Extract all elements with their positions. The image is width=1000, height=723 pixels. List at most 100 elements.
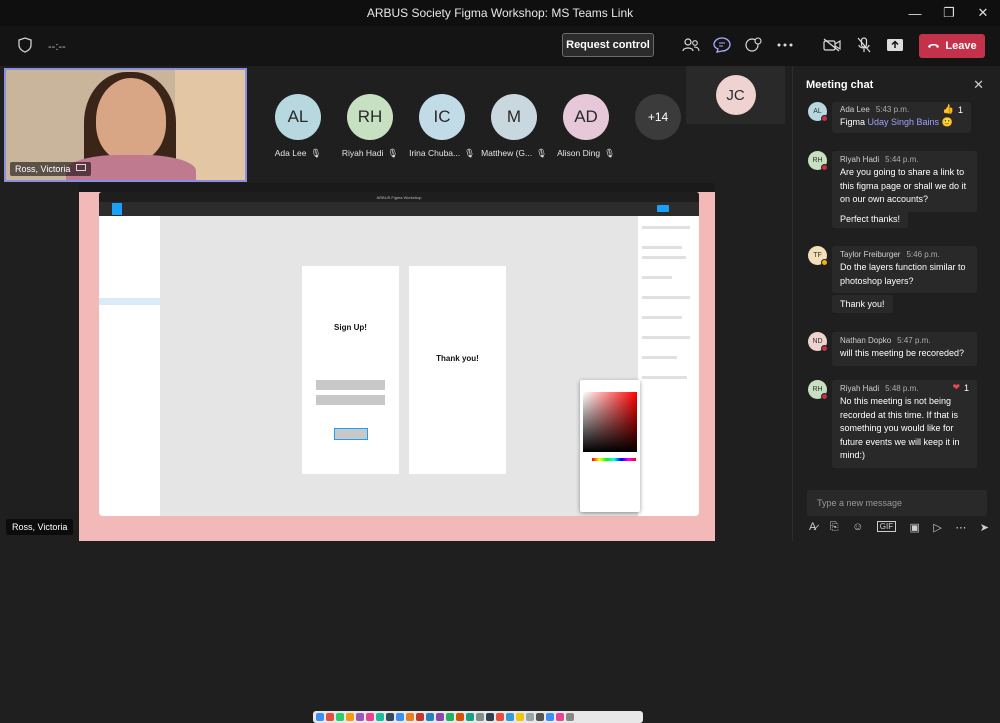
- mic-off-icon: 🎙︎: [536, 148, 547, 158]
- window-controls: — ❐ ✕: [898, 0, 1000, 26]
- avatar: IC: [419, 94, 465, 140]
- mention[interactable]: Uday Singh Bains: [868, 117, 940, 127]
- chat-icon[interactable]: [712, 35, 732, 55]
- reactions-icon[interactable]: [744, 35, 764, 55]
- minimize-button[interactable]: —: [898, 0, 932, 26]
- message-body: Are you going to share a link to this fi…: [840, 167, 967, 204]
- figma-share-button: [657, 205, 669, 212]
- participants-icon[interactable]: [681, 35, 701, 55]
- message-author: Riyah Hadi: [840, 155, 880, 164]
- participant-name: Alison Ding: [557, 148, 601, 158]
- share-screen-icon[interactable]: [885, 35, 905, 55]
- participant-matthew[interactable]: M Matthew (G... 🎙︎: [478, 94, 550, 159]
- message-body: Do the layers function similar to photos…: [840, 262, 966, 286]
- participant-alison-ding[interactable]: AD Alison Ding 🎙︎: [550, 94, 622, 159]
- participant-name: Ada Lee: [274, 148, 307, 158]
- meeting-toolbar: --:-- Request control Leave: [0, 26, 1000, 66]
- sticker-icon[interactable]: ▣: [910, 521, 920, 537]
- avatar: AL: [808, 102, 828, 122]
- more-participants[interactable]: +14: [622, 94, 694, 159]
- leave-label: Leave: [945, 40, 977, 52]
- presenter-name-badge: Ross, Victoria: [6, 519, 74, 535]
- mac-menu-bar: [79, 183, 715, 192]
- participant-name: Irina Chuba...: [409, 148, 461, 158]
- window-title: ARBUS Society Figma Workshop: MS Teams L…: [366, 6, 634, 20]
- message-time: 5:48 p.m.: [885, 384, 919, 393]
- emoji-icon[interactable]: ☺: [852, 521, 863, 537]
- format-icon[interactable]: A̷: [809, 521, 816, 537]
- maximize-button[interactable]: ❐: [932, 0, 966, 26]
- avatar: AL: [275, 94, 321, 140]
- attach-icon[interactable]: ⎘: [830, 521, 839, 537]
- close-window-button[interactable]: ✕: [966, 0, 1000, 26]
- mic-off-icon: 🎙︎: [310, 148, 322, 158]
- chat-message[interactable]: ND Nathan Dopko 5:47 p.m. will this meeti…: [808, 332, 977, 366]
- phone-hangup-icon: [927, 40, 940, 52]
- thankyou-text: Thank you!: [436, 354, 479, 363]
- composer-toolbar: A̷ ⎘ ☺ GIF ▣ ▷ ⋯ ➤: [809, 521, 989, 537]
- figma-design-panel: [637, 216, 699, 516]
- chat-message-followup[interactable]: Thank you!: [832, 295, 893, 313]
- message-author: Riyah Hadi: [840, 384, 880, 393]
- chat-message[interactable]: AL Ada Lee 5:43 p.m. Figma Uday Singh Bai…: [808, 102, 971, 133]
- message-input[interactable]: Type a new message: [807, 490, 987, 516]
- spotlight-tile[interactable]: JC: [686, 66, 785, 124]
- more-options-icon[interactable]: ⋯: [955, 521, 966, 537]
- chat-message-followup[interactable]: Perfect thanks!: [832, 210, 909, 228]
- reaction-like[interactable]: 👍 1: [943, 104, 963, 115]
- participant-ada-lee[interactable]: AL Ada Lee 🎙︎: [262, 94, 334, 159]
- message-time: 5:47 p.m.: [897, 336, 931, 345]
- chat-message[interactable]: TF Taylor Freiburger 5:46 p.m. Do the lay…: [808, 246, 977, 293]
- close-icon[interactable]: ✕: [973, 77, 984, 93]
- mac-dock: [313, 711, 643, 723]
- signup-text: Sign Up!: [334, 323, 367, 332]
- message-time: 5:46 p.m.: [906, 250, 940, 259]
- title-bar: ARBUS Society Figma Workshop: MS Teams L…: [0, 0, 1000, 26]
- message-author: Nathan Dopko: [840, 336, 892, 345]
- reaction-heart[interactable]: ❤ 1: [952, 382, 969, 393]
- gif-icon[interactable]: GIF: [876, 521, 897, 532]
- shield-icon[interactable]: [18, 37, 32, 56]
- avatar: AD: [563, 94, 609, 140]
- avatar: RH: [808, 151, 828, 171]
- participant-irina[interactable]: IC Irina Chuba... 🎙︎: [406, 94, 478, 159]
- meeting-chat-panel: Meeting chat ✕ AL Ada Lee 5:43 p.m. Figma…: [792, 66, 1000, 541]
- more-options-icon[interactable]: [775, 35, 795, 55]
- participant-name: Matthew (G...: [481, 148, 533, 158]
- participant-strip: AL Ada Lee 🎙︎ RH Riyah Hadi 🎙︎ IC Irina Ch…: [262, 94, 694, 159]
- thankyou-frame: Thank you!: [409, 266, 506, 474]
- participant-riyah-hadi[interactable]: RH Riyah Hadi 🎙︎: [334, 94, 406, 159]
- avatar: RH: [808, 380, 828, 400]
- avatar: ND: [808, 332, 828, 352]
- figma-layers-panel: [99, 216, 161, 516]
- signup-frame: Sign Up!: [302, 266, 399, 474]
- message-body: No this meeting is not being recorded at…: [840, 396, 960, 460]
- camera-off-icon[interactable]: [822, 35, 842, 55]
- message-body: will this meeting be recoreded?: [840, 348, 965, 358]
- figma-toolbar: [99, 202, 699, 216]
- chat-message[interactable]: RH Riyah Hadi 5:48 p.m. No this meeting i…: [808, 380, 977, 468]
- participant-name: Riyah Hadi: [341, 148, 384, 158]
- chat-title: Meeting chat: [806, 79, 874, 91]
- move-tool-icon: [112, 203, 122, 215]
- self-video-tile[interactable]: Ross, Victoria: [4, 68, 247, 182]
- avatar: TF: [808, 246, 828, 266]
- mic-off-icon: 🎙︎: [464, 148, 475, 158]
- more-participants-count: +14: [635, 94, 681, 140]
- chat-message[interactable]: RH Riyah Hadi 5:44 p.m. Are you going to …: [808, 151, 977, 212]
- message-time: 5:43 p.m.: [875, 105, 910, 114]
- avatar: RH: [347, 94, 393, 140]
- request-control-button[interactable]: Request control: [562, 33, 654, 57]
- leave-button[interactable]: Leave: [919, 34, 985, 58]
- message-author: Ada Lee: [840, 105, 870, 114]
- stream-icon[interactable]: ▷: [933, 521, 941, 537]
- meeting-timer: --:--: [48, 40, 66, 53]
- message-input-placeholder: Type a new message: [817, 498, 903, 508]
- figma-title: ARBUS Figma Workshop: [99, 192, 699, 202]
- mic-off-icon[interactable]: [854, 35, 874, 55]
- smile-emoji: 🙂: [941, 117, 953, 127]
- self-name: Ross, Victoria: [15, 164, 71, 174]
- mic-off-icon: 🎙︎: [604, 148, 615, 158]
- avatar: JC: [715, 75, 756, 115]
- send-icon[interactable]: ➤: [980, 521, 989, 537]
